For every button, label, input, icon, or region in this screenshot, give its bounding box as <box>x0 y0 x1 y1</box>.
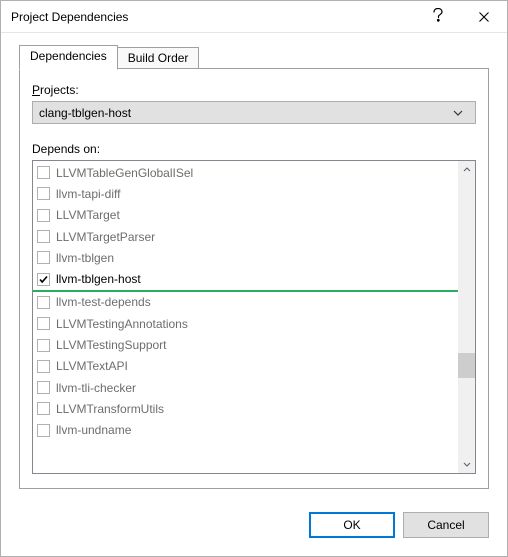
list-item[interactable]: llvm-tblgen-host <box>33 268 458 289</box>
window-title: Project Dependencies <box>11 10 128 24</box>
projects-label: Projects: <box>32 83 476 97</box>
list-item[interactable]: LLVMTextAPI <box>33 356 458 377</box>
checkbox[interactable] <box>37 251 50 264</box>
list-item-label: LLVMTestingAnnotations <box>56 317 188 331</box>
projects-dropdown[interactable]: clang-tblgen-host <box>32 101 476 124</box>
scroll-down-button[interactable] <box>458 456 475 473</box>
checkbox[interactable] <box>37 166 50 179</box>
list-item-label: LLVMTableGenGlobalISel <box>56 166 193 180</box>
titlebar: Project Dependencies <box>1 1 507 33</box>
list-item-label: LLVMTarget <box>56 208 120 222</box>
tab-build-order[interactable]: Build Order <box>117 47 200 69</box>
depends-listbox[interactable]: LLVMTableGenGlobalISel llvm-tapi-diff LLVM… <box>32 160 476 474</box>
projects-dropdown-value: clang-tblgen-host <box>39 106 453 120</box>
list-item[interactable]: llvm-test-depends <box>33 292 458 313</box>
dialog-window: Project Dependencies DependenciesBuild O… <box>0 0 508 557</box>
list-item-label: llvm-test-depends <box>56 295 151 309</box>
checkbox[interactable] <box>37 273 50 286</box>
list-item-label: LLVMTextAPI <box>56 359 128 373</box>
list-item[interactable]: llvm-tapi-diff <box>33 183 458 204</box>
tab-dependencies[interactable]: Dependencies <box>19 45 118 70</box>
list-item[interactable]: LLVMTestingSupport <box>33 334 458 355</box>
list-item[interactable]: llvm-tblgen <box>33 247 458 268</box>
list-item[interactable]: LLVMTargetParser <box>33 226 458 247</box>
scroll-thumb[interactable] <box>458 353 475 378</box>
checkbox[interactable] <box>37 339 50 352</box>
close-icon <box>479 9 489 25</box>
chevron-down-icon <box>453 110 469 116</box>
list-item-label: llvm-tblgen-host <box>56 272 141 286</box>
scroll-up-button[interactable] <box>458 161 475 178</box>
list-item-label: LLVMTargetParser <box>56 230 155 244</box>
help-button[interactable] <box>415 1 461 32</box>
cancel-button[interactable]: Cancel <box>403 512 489 538</box>
ok-button[interactable]: OK <box>309 512 395 538</box>
scroll-track[interactable] <box>458 178 475 456</box>
checkbox[interactable] <box>37 360 50 373</box>
checkbox[interactable] <box>37 381 50 394</box>
tab-panel-dependencies: Projects: clang-tblgen-host Depends on: … <box>19 68 489 489</box>
list-item-label: LLVMTestingSupport <box>56 338 167 352</box>
list-item[interactable]: LLVMTestingAnnotations <box>33 313 458 334</box>
dialog-buttons: OK Cancel <box>1 498 507 556</box>
checkbox[interactable] <box>37 230 50 243</box>
list-item[interactable]: LLVMTarget <box>33 205 458 226</box>
list-item-label: llvm-tli-checker <box>56 381 136 395</box>
help-icon <box>433 8 443 25</box>
list-item-label: llvm-tblgen <box>56 251 114 265</box>
list-item[interactable]: LLVMTableGenGlobalISel <box>33 162 458 183</box>
tabstrip: DependenciesBuild Order <box>19 45 489 69</box>
close-button[interactable] <box>461 1 507 32</box>
list-item[interactable]: llvm-undname <box>33 420 458 441</box>
checkbox[interactable] <box>37 296 50 309</box>
checkbox[interactable] <box>37 209 50 222</box>
scrollbar[interactable] <box>458 161 475 473</box>
depends-on-label: Depends on: <box>32 142 476 156</box>
list-item[interactable]: LLVMTransformUtils <box>33 398 458 419</box>
list-item[interactable]: llvm-tli-checker <box>33 377 458 398</box>
list-item-label: llvm-tapi-diff <box>56 187 120 201</box>
checkbox[interactable] <box>37 317 50 330</box>
dialog-body: DependenciesBuild Order Projects: clang-… <box>1 33 507 498</box>
checkbox[interactable] <box>37 187 50 200</box>
list-item-label: llvm-undname <box>56 423 131 437</box>
checkbox[interactable] <box>37 402 50 415</box>
checkbox[interactable] <box>37 424 50 437</box>
list-item-label: LLVMTransformUtils <box>56 402 164 416</box>
